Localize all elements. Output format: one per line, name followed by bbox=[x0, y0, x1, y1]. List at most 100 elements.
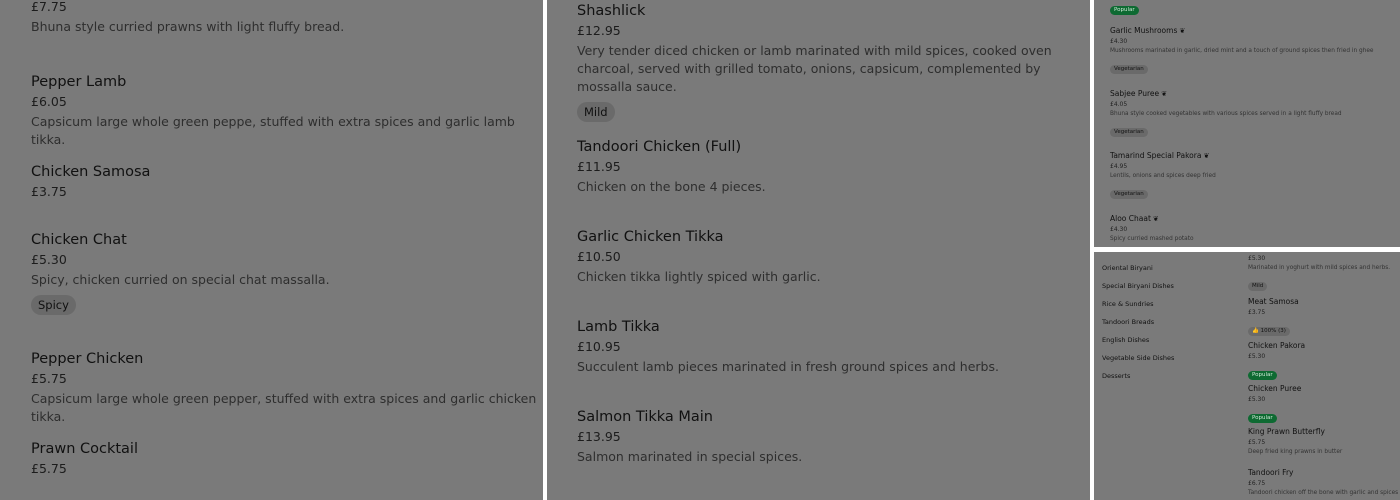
item-name: Aloo Chaat bbox=[1110, 214, 1151, 223]
category-link[interactable]: Tandoori Breads bbox=[1102, 318, 1154, 327]
item-name: Tamarind Special Pakora bbox=[1110, 151, 1202, 160]
item-price: £6.05 bbox=[31, 94, 67, 109]
item-price: £3.75 bbox=[1248, 309, 1266, 316]
item-price: £5.30 bbox=[1248, 353, 1266, 360]
vegetarian-badge: Vegetarian bbox=[1110, 128, 1148, 137]
item-name: Pepper Chicken bbox=[31, 351, 144, 367]
menu-item[interactable]: Shashlick £12.95 Very tender diced chick… bbox=[577, 2, 1077, 122]
item-description: Chicken on the bone 4 pieces. bbox=[577, 179, 766, 194]
item-description: Lentils, onions and spices deep fried bbox=[1110, 173, 1216, 179]
menu-panel-categories: Oriental Biryani Special Biryani Dishes … bbox=[1094, 252, 1400, 500]
menu-item[interactable]: Tamarind Special Pakora ❦ £4.95 Lentils, … bbox=[1110, 151, 1216, 199]
item-description: Spicy, chicken curried on special chat m… bbox=[31, 272, 330, 287]
item-name: Lamb Tikka bbox=[577, 319, 660, 335]
spice-badge: Spicy bbox=[31, 295, 76, 315]
menu-item[interactable]: Pepper Chicken £5.75 Capsicum large whol… bbox=[31, 350, 543, 426]
item-description: Bhuna style curried prawns with light fl… bbox=[31, 19, 345, 34]
item-price: £11.95 bbox=[577, 159, 621, 174]
category-link[interactable]: Desserts bbox=[1102, 372, 1130, 381]
item-name: King Prawn Butterfly bbox=[1248, 427, 1325, 436]
item-price: £10.50 bbox=[577, 249, 621, 264]
item-price: £4.95 bbox=[1110, 163, 1128, 170]
item-price: £5.75 bbox=[31, 461, 67, 476]
item-price: £12.95 bbox=[577, 23, 621, 38]
item-name: Shashlick bbox=[577, 3, 646, 19]
item-description: Marinated in yoghurt with mild spices an… bbox=[1248, 265, 1391, 271]
category-link[interactable]: Rice & Sundries bbox=[1102, 300, 1153, 309]
item-description: Deep fried king prawns in butter bbox=[1248, 449, 1343, 455]
menu-panel-starters: £7.75 Bhuna style curried prawns with li… bbox=[0, 0, 543, 500]
vegetarian-badge: Vegetarian bbox=[1110, 190, 1148, 199]
menu-item-partial[interactable]: £7.75 Bhuna style curried prawns with li… bbox=[31, 0, 344, 36]
item-description: Bhuna style cooked vegetables with vario… bbox=[1110, 111, 1342, 117]
leaf-icon: ❦ bbox=[1161, 90, 1167, 98]
popular-badge: Popular bbox=[1248, 371, 1277, 380]
menu-item[interactable]: King Prawn Butterfly £5.75 Deep fried ki… bbox=[1248, 427, 1342, 456]
item-price: £4.05 bbox=[1110, 101, 1128, 108]
item-description: Chicken tikka lightly spiced with garlic… bbox=[577, 269, 821, 284]
item-description: Succulent lamb pieces marinated in fresh… bbox=[577, 359, 999, 374]
menu-item[interactable]: Sabjee Puree ❦ £4.05 Bhuna style cooked v… bbox=[1110, 89, 1342, 137]
item-price: £4.30 bbox=[1110, 38, 1128, 45]
item-name: Salmon Tikka Main bbox=[577, 409, 714, 425]
item-description: Very tender diced chicken or lamb marina… bbox=[577, 43, 1052, 94]
menu-item[interactable]: Aloo Chaat ❦ £4.30 Spicy curried mashed p… bbox=[1110, 214, 1194, 243]
item-name: Tandoori Chicken (Full) bbox=[577, 139, 742, 155]
menu-item[interactable]: Meat Samosa £3.75 👍 100% (3) bbox=[1248, 297, 1299, 336]
category-link[interactable]: Vegetable Side Dishes bbox=[1102, 354, 1174, 363]
menu-item[interactable]: Lamb Tikka £10.95 Succulent lamb pieces … bbox=[577, 318, 999, 376]
item-name: Tandoori Fry bbox=[1248, 468, 1294, 477]
item-price: £5.75 bbox=[1248, 439, 1266, 446]
item-description: Capsicum large whole green peppe, stuffe… bbox=[31, 114, 515, 147]
item-price: £5.75 bbox=[31, 371, 67, 386]
menu-item[interactable]: Garlic Mushrooms ❦ £4.30 Mushrooms marina… bbox=[1110, 26, 1373, 74]
category-link[interactable]: Special Biryani Dishes bbox=[1102, 282, 1174, 291]
leaf-icon: ❦ bbox=[1203, 152, 1210, 160]
spice-badge: Mild bbox=[1248, 282, 1268, 291]
item-name: Pepper Lamb bbox=[31, 74, 127, 90]
menu-item-partial[interactable]: Popular bbox=[1110, 0, 1139, 15]
menu-item[interactable]: Tandoori Fry £6.75 Tandoori chicken off … bbox=[1248, 468, 1398, 497]
item-price: £5.30 bbox=[1248, 255, 1266, 262]
item-description: Spicy curried mashed potato bbox=[1110, 236, 1194, 242]
item-name: Meat Samosa bbox=[1248, 297, 1299, 306]
menu-item[interactable]: Chicken Samosa £3.75 bbox=[31, 163, 150, 200]
item-name: Sabjee Puree bbox=[1110, 89, 1160, 98]
menu-item[interactable]: Pepper Lamb £6.05 Capsicum large whole g… bbox=[31, 73, 543, 149]
menu-item[interactable]: Tandoori Chicken (Full) £11.95 Chicken o… bbox=[577, 138, 766, 196]
item-price: £13.95 bbox=[577, 429, 621, 444]
item-description: Mushrooms marinated in garlic, dried min… bbox=[1110, 48, 1374, 54]
popular-badge: Popular bbox=[1248, 414, 1277, 423]
popular-badge: Popular bbox=[1110, 6, 1139, 15]
item-price: £5.30 bbox=[1248, 396, 1266, 403]
menu-item[interactable]: Prawn Cocktail £5.75 bbox=[31, 440, 138, 477]
menu-item[interactable]: Chicken Chat £5.30 Spicy, chicken currie… bbox=[31, 231, 330, 315]
spice-badge: Mild bbox=[577, 102, 615, 122]
item-price: £10.95 bbox=[577, 339, 621, 354]
item-description: Tandoori chicken off the bone with garli… bbox=[1248, 490, 1399, 496]
item-name: Chicken Puree bbox=[1248, 384, 1302, 393]
vegetarian-badge: Vegetarian bbox=[1110, 65, 1148, 74]
category-link[interactable]: Oriental Biryani bbox=[1102, 264, 1153, 273]
category-link[interactable]: English Dishes bbox=[1102, 336, 1149, 345]
item-name: Chicken Samosa bbox=[31, 164, 151, 180]
menu-item[interactable]: Chicken Puree £5.30 Popular bbox=[1248, 384, 1301, 423]
menu-panel-tandoori: Shashlick £12.95 Very tender diced chick… bbox=[547, 0, 1090, 500]
item-price: £6.75 bbox=[1248, 480, 1266, 487]
item-name: Prawn Cocktail bbox=[31, 441, 138, 457]
item-name: Garlic Mushrooms bbox=[1110, 26, 1178, 35]
menu-item[interactable]: Garlic Chicken Tikka £10.50 Chicken tikk… bbox=[577, 228, 821, 286]
item-description: Salmon marinated in special spices. bbox=[577, 449, 803, 464]
menu-item-partial[interactable]: £5.30 Marinated in yoghurt with mild spi… bbox=[1248, 253, 1390, 291]
item-description: Capsicum large whole green pepper, stuff… bbox=[31, 391, 537, 424]
menu-item[interactable]: Salmon Tikka Main £13.95 Salmon marinate… bbox=[577, 408, 802, 466]
item-price: £5.30 bbox=[31, 252, 67, 267]
menu-item[interactable]: Chicken Pakora £5.30 Popular bbox=[1248, 341, 1305, 380]
rating-badge: 👍 100% (3) bbox=[1248, 327, 1290, 336]
leaf-icon: ❦ bbox=[1152, 215, 1159, 223]
leaf-icon: ❦ bbox=[1179, 27, 1186, 35]
item-price: £7.75 bbox=[31, 0, 67, 14]
item-name: Garlic Chicken Tikka bbox=[577, 229, 724, 245]
item-price: £4.30 bbox=[1110, 226, 1128, 233]
item-name: Chicken Pakora bbox=[1248, 341, 1306, 350]
